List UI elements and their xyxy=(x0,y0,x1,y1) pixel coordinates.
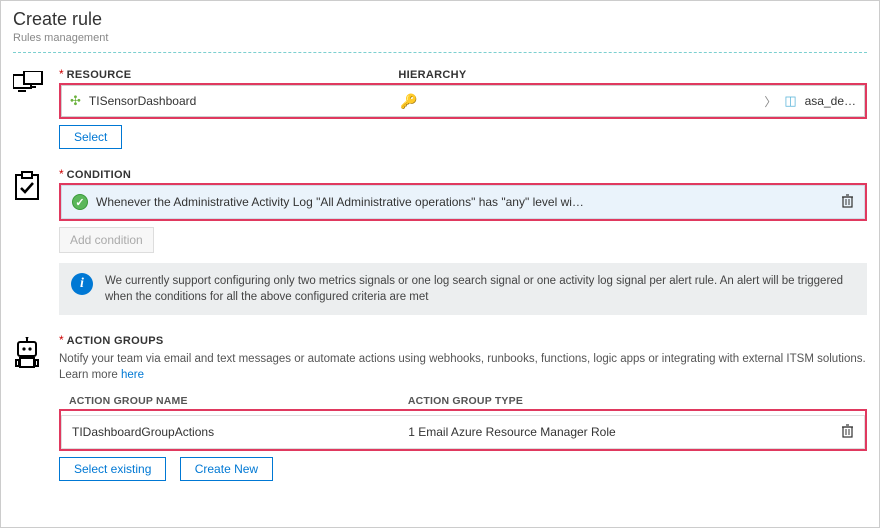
delete-condition-icon[interactable] xyxy=(841,194,854,211)
robot-icon xyxy=(13,337,41,369)
select-existing-button[interactable]: Select existing xyxy=(59,457,166,481)
resource-label: RESOURCE xyxy=(67,69,132,81)
key-icon: 🔑 xyxy=(400,93,417,110)
computers-icon xyxy=(13,71,43,97)
action-groups-label: ACTION GROUPS xyxy=(67,335,164,347)
resource-parent-name: asa_de… xyxy=(805,94,856,108)
condition-label: CONDITION xyxy=(67,169,131,181)
condition-row[interactable]: ✓ Whenever the Administrative Activity L… xyxy=(61,185,865,219)
page-title: Create rule xyxy=(13,9,867,30)
create-new-button[interactable]: Create New xyxy=(180,457,273,481)
action-groups-section: *ACTION GROUPS Notify your team via emai… xyxy=(13,333,867,481)
condition-text: Whenever the Administrative Activity Log… xyxy=(96,195,841,209)
resource-type-icon: ✣ xyxy=(70,93,81,109)
ag-col-name: ACTION GROUP NAME xyxy=(69,395,408,407)
page-subtitle: Rules management xyxy=(13,32,867,44)
info-banner: i We currently support configuring only … xyxy=(59,263,867,315)
ag-row-type: 1 Email Azure Resource Manager Role xyxy=(408,425,841,439)
check-icon: ✓ xyxy=(72,194,88,210)
action-group-highlight: TIDashboardGroupActions 1 Email Azure Re… xyxy=(59,409,867,451)
header-separator xyxy=(13,52,867,53)
condition-highlight: ✓ Whenever the Administrative Activity L… xyxy=(59,183,867,221)
info-icon: i xyxy=(71,273,93,295)
resource-section-icon xyxy=(13,67,59,149)
resource-highlight: ✣ TISensorDashboard 🔑 〉 ◫ asa_de… xyxy=(59,83,867,119)
action-groups-section-icon xyxy=(13,333,59,481)
page-header: Create rule Rules management xyxy=(13,9,867,44)
resource-row[interactable]: ✣ TISensorDashboard 🔑 〉 ◫ asa_de… xyxy=(61,85,865,117)
condition-section: *CONDITION ✓ Whenever the Administrative… xyxy=(13,167,867,315)
action-group-row[interactable]: TIDashboardGroupActions 1 Email Azure Re… xyxy=(61,415,865,449)
info-text: We currently support configuring only tw… xyxy=(105,273,855,305)
resource-parent-icon: ◫ xyxy=(784,93,796,109)
action-group-headers: ACTION GROUP NAME ACTION GROUP TYPE xyxy=(59,395,867,407)
clipboard-icon xyxy=(13,171,41,201)
action-groups-description: Notify your team via email and text mess… xyxy=(59,351,867,383)
hierarchy-label: HIERARCHY xyxy=(398,69,466,81)
delete-action-group-icon[interactable] xyxy=(841,424,854,441)
condition-section-icon xyxy=(13,167,59,315)
learn-more-link[interactable]: here xyxy=(121,369,144,381)
add-condition-button[interactable]: Add condition xyxy=(59,227,154,253)
select-resource-button[interactable]: Select xyxy=(59,125,122,149)
ag-row-name: TIDashboardGroupActions xyxy=(72,425,408,439)
resource-section: *RESOURCE HIERARCHY ✣ TISensorDashboard … xyxy=(13,67,867,149)
resource-name: TISensorDashboard xyxy=(89,94,196,108)
chevron-right-icon: 〉 xyxy=(764,93,776,110)
ag-col-type: ACTION GROUP TYPE xyxy=(408,395,523,407)
